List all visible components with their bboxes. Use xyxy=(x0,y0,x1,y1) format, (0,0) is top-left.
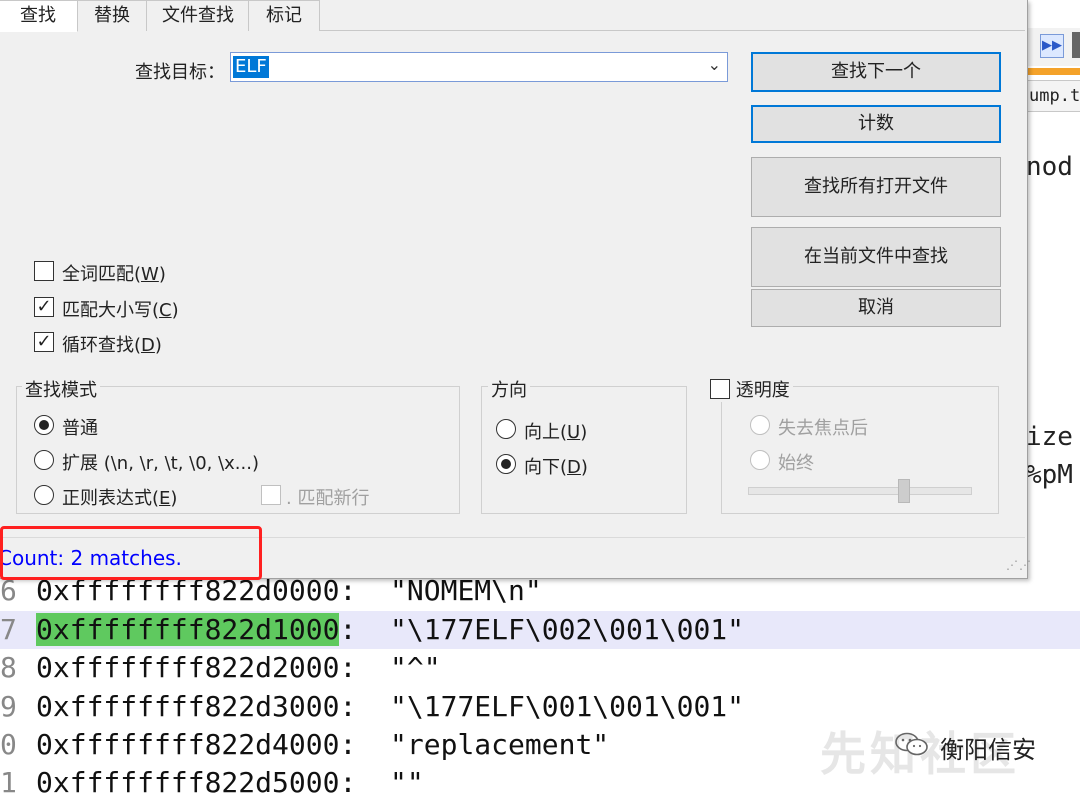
direction-group xyxy=(481,386,687,514)
mode-extended-label[interactable]: 扩展 (\n, \r, \t, \0, \x...) xyxy=(62,449,259,475)
whole-word-checkbox[interactable] xyxy=(34,261,54,281)
line-number: 0 xyxy=(0,728,17,761)
find-target-combo[interactable]: ELF ⌄ xyxy=(230,52,728,82)
tab-replace[interactable]: 替换 xyxy=(76,0,148,31)
transparency-always-label: 始终 xyxy=(778,453,814,474)
code-line-current[interactable]: 7 0xffffffff822d1000: "\177ELF\002\001\00… xyxy=(0,611,1080,649)
direction-down-radio[interactable] xyxy=(496,454,516,474)
match-case-label[interactable]: 匹配大小写(C) xyxy=(62,296,179,322)
match-case-checkbox[interactable]: ✓ xyxy=(34,297,54,317)
line-text: : "\177ELF\002\001\001" xyxy=(339,613,745,646)
mode-regex-label[interactable]: 正则表达式(E) xyxy=(62,484,177,510)
resize-grip-icon[interactable]: ⋰⋰ xyxy=(1006,558,1032,572)
line-number: 9 xyxy=(0,690,17,723)
transparency-header: 透明度 xyxy=(708,376,793,402)
line-text: : "" xyxy=(339,766,424,799)
annotation-highlight-box xyxy=(0,526,262,580)
mode-extended-radio[interactable] xyxy=(34,450,54,470)
wechat-icon xyxy=(895,732,929,756)
playback-icon[interactable]: ▶▶ xyxy=(1040,34,1064,58)
direction-up-radio[interactable] xyxy=(496,419,516,439)
line-number: 8 xyxy=(0,651,17,684)
transparency-slider-track[interactable] xyxy=(748,487,972,495)
match-highlight: 0xffffffff822d1000 xyxy=(36,613,340,646)
code-line[interactable]: 8 0xffffffff822d2000: "^" xyxy=(0,649,1080,687)
tab-find[interactable]: 查找 xyxy=(0,0,78,32)
find-target-value[interactable]: ELF xyxy=(233,56,269,78)
find-next-button[interactable]: 查找下一个 xyxy=(751,52,1001,92)
direction-down-label[interactable]: 向下(D) xyxy=(524,453,588,479)
line-text: : "replacement" xyxy=(339,728,610,761)
find-target-label: 查找目标： xyxy=(135,62,225,83)
brand-name: 衡阳信安 xyxy=(940,736,1036,764)
tab-find-in-files[interactable]: 文件查找 xyxy=(146,0,250,31)
address: 0xffffffff822d3000 xyxy=(36,690,340,723)
wrap-around-label[interactable]: 循环查找(D) xyxy=(62,331,162,357)
direction-up-label[interactable]: 向上(U) xyxy=(524,418,587,444)
dot-matches-newline-checkbox[interactable] xyxy=(261,485,281,505)
mode-normal-radio[interactable] xyxy=(34,415,54,435)
code-fragment: nod xyxy=(1026,152,1073,182)
transparency-checkbox[interactable] xyxy=(710,379,730,399)
transparency-slider-thumb[interactable] xyxy=(898,479,911,503)
transparency-always-radio[interactable] xyxy=(750,450,770,470)
cancel-button[interactable]: 取消 xyxy=(751,289,1001,327)
line-text: : "^" xyxy=(339,651,441,684)
transparency-label[interactable]: 透明度 xyxy=(736,380,790,401)
search-mode-title: 查找模式 xyxy=(22,376,100,402)
find-in-current-file-button[interactable]: 在当前文件中查找 xyxy=(751,227,1001,287)
toolbar-icon[interactable] xyxy=(1072,32,1080,58)
address: 0xffffffff822d2000 xyxy=(36,651,340,684)
whole-word-label[interactable]: 全词匹配(W) xyxy=(62,260,166,286)
line-number: 7 xyxy=(0,613,17,646)
code-fragment: %pM xyxy=(1026,460,1073,490)
editor-tab-dump[interactable]: ump.t xyxy=(1022,80,1080,112)
mode-normal-label[interactable]: 普通 xyxy=(62,414,98,440)
find-dialog: 查找 替换 文件查找 标记 查找目标： ELF ⌄ 查找下一个 计数 查找所有打… xyxy=(0,0,1031,579)
count-button[interactable]: 计数 xyxy=(751,105,1001,143)
tab-mark[interactable]: 标记 xyxy=(248,0,320,31)
code-fragment: ize xyxy=(1026,422,1073,452)
transparency-on-lose-focus-label: 失去焦点后 xyxy=(778,418,868,439)
direction-title: 方向 xyxy=(488,376,530,402)
active-tab-indicator xyxy=(1028,68,1080,75)
dot-matches-newline-label: . 匹配新行 xyxy=(286,488,370,509)
line-text: : "\177ELF\001\001\001" xyxy=(339,690,745,723)
address: 0xffffffff822d4000 xyxy=(36,728,340,761)
mode-regex-radio[interactable] xyxy=(34,485,54,505)
transparency-on-lose-focus-radio[interactable] xyxy=(750,415,770,435)
wrap-around-checkbox[interactable]: ✓ xyxy=(34,332,54,352)
find-all-open-files-button[interactable]: 查找所有打开文件 xyxy=(751,157,1001,217)
line-number: 1 xyxy=(0,766,17,799)
chevron-down-icon[interactable]: ⌄ xyxy=(708,55,721,74)
address: 0xffffffff822d5000 xyxy=(36,766,340,799)
